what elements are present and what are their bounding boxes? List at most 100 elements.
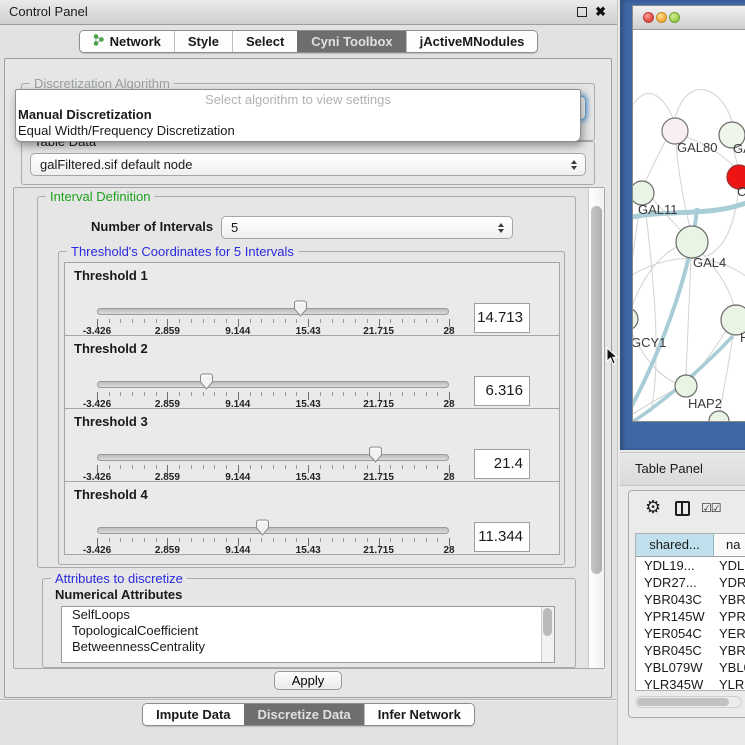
table-row[interactable]: YBR045CYBR0 — [636, 642, 745, 659]
bottom-tab-infer-network[interactable]: Infer Network — [364, 704, 474, 725]
list-scrollbar-thumb[interactable] — [543, 608, 552, 636]
cell-shared-name: YBL079W — [636, 659, 714, 676]
tab-select[interactable]: Select — [232, 31, 297, 52]
attribute-item[interactable]: TopologicalCoefficient — [62, 623, 554, 639]
num-intervals-select[interactable]: 5 — [221, 216, 513, 239]
table-row[interactable]: YDL19...YDL1 — [636, 557, 745, 574]
horizontal-scrollbar[interactable] — [635, 696, 742, 708]
network-edge[interactable] — [633, 205, 640, 325]
tab-label: Style — [188, 34, 219, 49]
table-row[interactable]: YLR345WYLR3 — [636, 676, 745, 691]
table-row[interactable]: YDR27...YDR2 — [636, 574, 745, 591]
threshold-value-field[interactable]: 6.316 — [474, 376, 530, 406]
tab-network[interactable]: Network — [80, 31, 174, 52]
table-row[interactable]: YPR145WYPR1 — [636, 608, 745, 625]
network-node-hap2[interactable] — [675, 375, 697, 397]
threshold-value-field[interactable]: 14.713 — [474, 303, 530, 333]
network-edge[interactable] — [675, 90, 732, 122]
table-row[interactable]: YBL079WYBL0 — [636, 659, 745, 676]
apply-button[interactable]: Apply — [274, 671, 343, 690]
close-traffic-light-icon[interactable] — [643, 12, 654, 23]
tab-jactivemnodules[interactable]: jActiveMNodules — [406, 31, 538, 52]
network-view-frame: GAL80GAL11GAL4GCY1HHAP2GAC — [620, 0, 745, 450]
num-intervals-label: Number of Intervals — [91, 219, 213, 234]
list-scrollbar[interactable] — [541, 607, 554, 662]
network-edge[interactable] — [633, 246, 678, 309]
control-panel-tabs: Network Style Select Cyni ToolboxjActiveMNo… — [79, 30, 539, 53]
divider — [0, 699, 617, 700]
attribute-item[interactable]: BetweennessCentrality — [62, 639, 554, 655]
threshold-value-field[interactable]: 11.344 — [474, 522, 530, 552]
slider-track[interactable] — [97, 527, 449, 534]
tab-label: Impute Data — [156, 707, 230, 722]
num-intervals-value: 5 — [231, 220, 238, 235]
algorithm-option[interactable]: Equal Width/Frequency Discretization — [16, 123, 580, 139]
table-header-row: shared... na — [636, 534, 745, 557]
float-window-icon[interactable] — [577, 7, 587, 17]
threshold-slider[interactable]: -3.4262.8599.14415.4321.71528 — [97, 336, 449, 408]
network-graph[interactable]: GAL80GAL11GAL4GCY1HHAP2GAC — [633, 30, 745, 422]
slider-track[interactable] — [97, 381, 449, 388]
settings-scroll-area: Interval Definition Number of Intervals … — [13, 187, 605, 669]
horizontal-scrollbar-thumb[interactable] — [637, 698, 729, 706]
table-row[interactable]: YBR043CYBR0 — [636, 591, 745, 608]
close-icon[interactable]: ✖ — [595, 4, 606, 20]
cell-name: YER0 — [714, 625, 745, 642]
table-row[interactable]: YER054CYER0 — [636, 625, 745, 642]
tab-style[interactable]: Style — [174, 31, 232, 52]
bottom-tab-discretize-data[interactable]: Discretize Data — [244, 704, 364, 725]
bottom-tab-impute-data[interactable]: Impute Data — [143, 704, 243, 725]
network-edge[interactable] — [686, 258, 691, 375]
table-data-select[interactable]: galFiltered.sif default node — [30, 153, 586, 176]
attributes-group-title: Attributes to discretize — [51, 571, 187, 586]
vertical-scrollbar[interactable] — [588, 188, 604, 668]
chevron-updown-icon — [571, 160, 577, 170]
table-panel: ⚙ ☑☑ shared... na YDL19...YDL1YDR27...YD… — [628, 490, 745, 718]
threshold-panel: Threshold 2 -3.4262.8599.14415.4321.7152… — [64, 335, 560, 409]
slider-track[interactable] — [97, 308, 449, 315]
numerical-attributes-list[interactable]: SelfLoopsTopologicalCoefficientBetweenne… — [61, 606, 555, 663]
column-header-shared-name[interactable]: shared... — [636, 534, 714, 556]
thresholds-group: Threshold's Coordinates for 5 Intervals … — [58, 251, 565, 565]
network-node[interactable] — [709, 411, 729, 422]
network-edge[interactable] — [645, 205, 656, 412]
network-canvas[interactable]: GAL80GAL11GAL4GCY1HHAP2GAC — [633, 30, 745, 422]
select-columns-icon[interactable]: ☑☑ — [701, 501, 721, 515]
interval-definition-group-title: Interval Definition — [46, 189, 154, 204]
zoom-traffic-light-icon[interactable] — [669, 12, 680, 23]
bottom-tabs: Impute Data Discretize Data Infer Network — [142, 703, 475, 726]
threshold-slider[interactable]: -3.4262.8599.14415.4321.71528 — [97, 263, 449, 335]
network-node-gal4[interactable] — [676, 226, 708, 258]
node-label: GAL80 — [677, 140, 717, 155]
thresholds-container: Threshold 1 -3.4262.8599.14415.4321.7152… — [64, 263, 560, 555]
tab-label: Infer Network — [378, 707, 461, 722]
vertical-scrollbar-thumb[interactable] — [591, 206, 602, 574]
thresholds-group-title: Threshold's Coordinates for 5 Intervals — [67, 244, 298, 259]
mouse-cursor-icon — [606, 347, 619, 371]
algorithm-popup-items: Manual DiscretizationEqual Width/Frequen… — [16, 107, 580, 139]
algorithm-option[interactable]: Manual Discretization — [16, 107, 580, 123]
table-data-group: Table Data galFiltered.sif default node — [21, 141, 595, 185]
attribute-item[interactable]: SelfLoops — [62, 607, 554, 623]
threshold-slider[interactable]: -3.4262.8599.14415.4321.71528 — [97, 409, 449, 481]
threshold-value-field[interactable]: 21.4 — [474, 449, 530, 479]
node-label: GAL4 — [693, 255, 726, 270]
threshold-slider[interactable]: -3.4262.8599.14415.4321.71528 — [97, 482, 449, 554]
gear-icon[interactable]: ⚙ — [645, 497, 661, 518]
split-view-icon[interactable] — [675, 501, 690, 516]
tab-label: Select — [246, 34, 284, 49]
cell-shared-name: YBR045C — [636, 642, 714, 659]
tab-cyni-toolbox[interactable]: Cyni Toolbox — [297, 31, 405, 52]
network-edge[interactable] — [645, 140, 666, 182]
network-edge[interactable] — [707, 189, 739, 256]
network-node-gcy1[interactable] — [633, 308, 638, 330]
node-table: shared... na YDL19...YDL1YDR27...YDR2YBR… — [635, 533, 745, 691]
attribute-items: SelfLoopsTopologicalCoefficientBetweenne… — [62, 607, 554, 655]
cell-name: YLR3 — [714, 676, 745, 691]
algorithm-dropdown-popup: Select algorithm to view settings Manual… — [15, 89, 581, 142]
minimize-traffic-light-icon[interactable] — [656, 12, 667, 23]
slider-track[interactable] — [97, 454, 449, 461]
column-header-name[interactable]: na — [714, 534, 745, 556]
cell-shared-name: YLR345W — [636, 676, 714, 691]
node-label: H — [740, 330, 745, 345]
